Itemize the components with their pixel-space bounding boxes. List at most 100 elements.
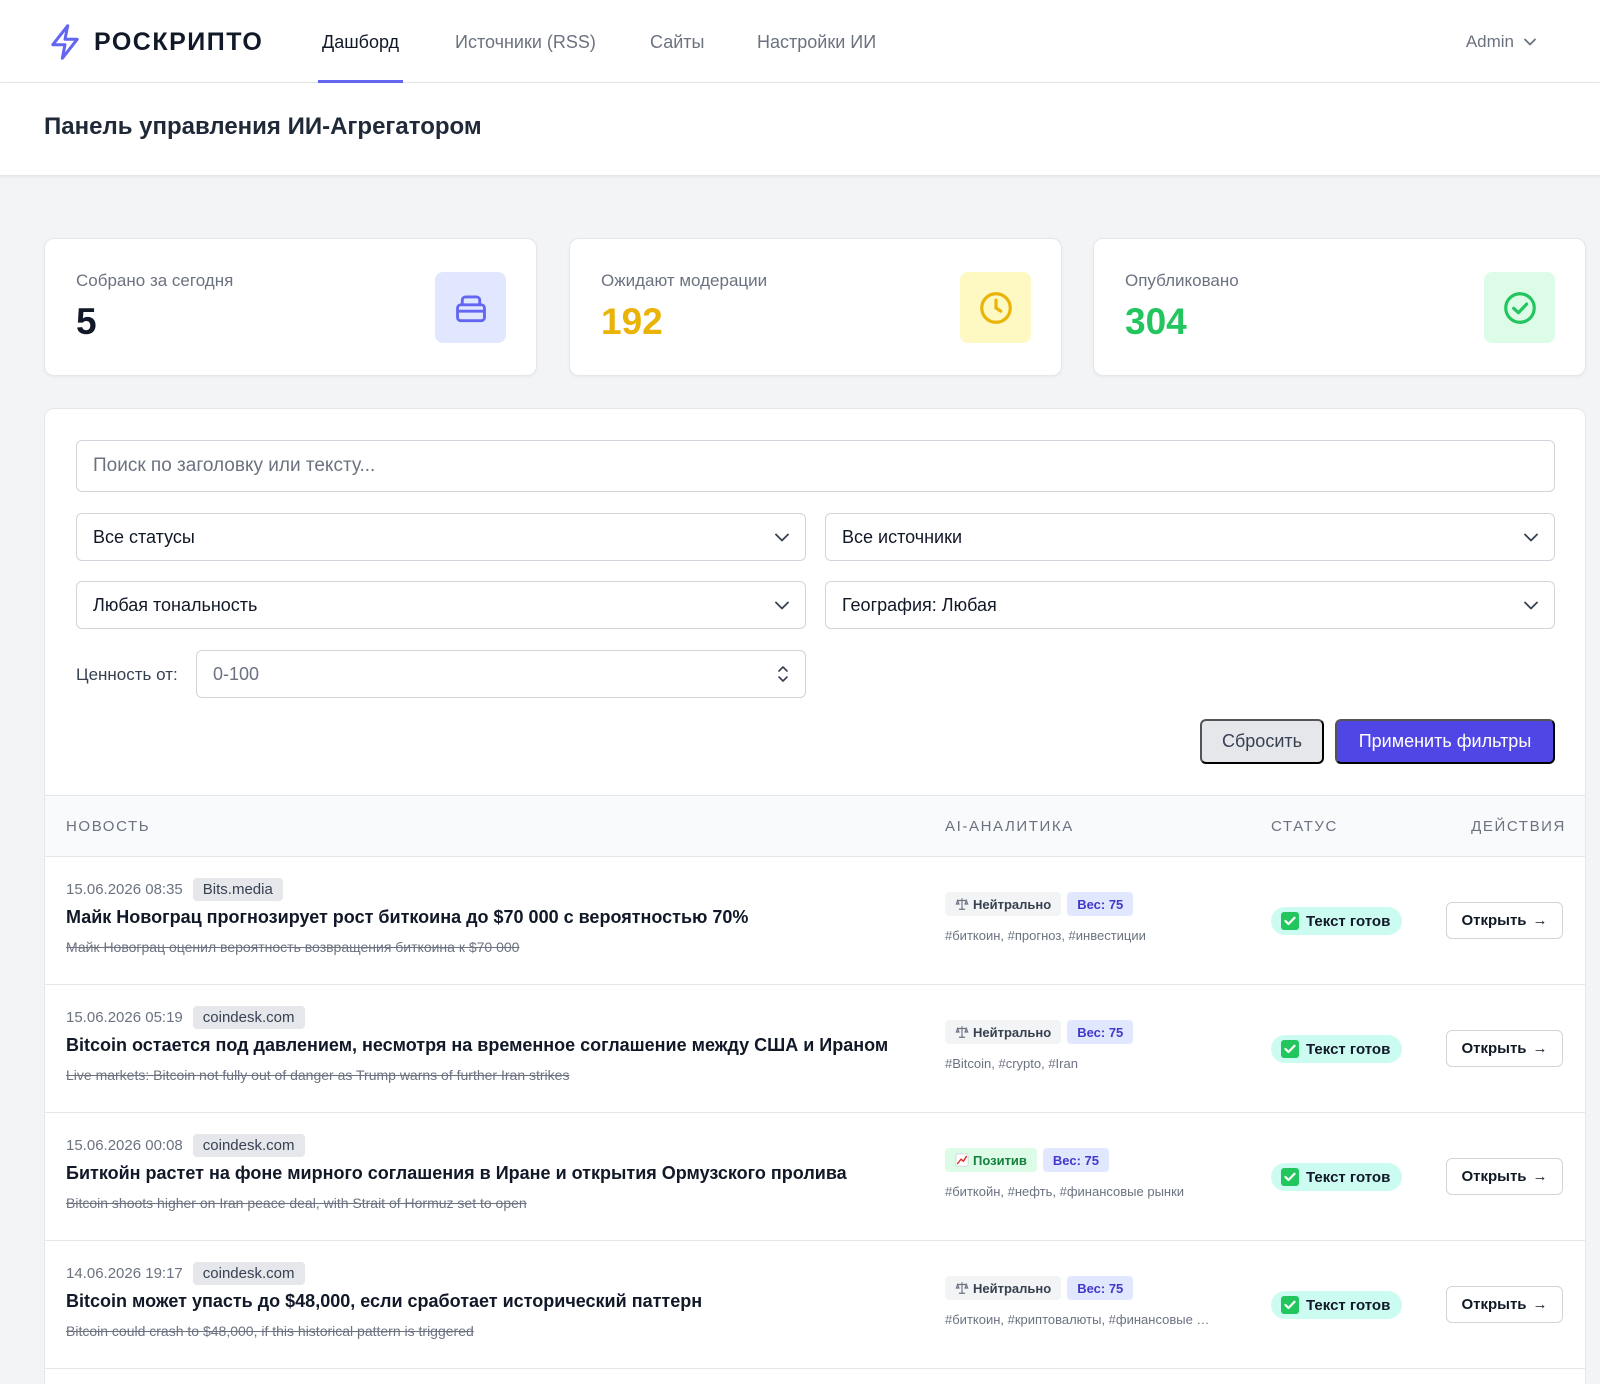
- table-row: 15.06.2026 00:08 coindesk.com Биткойн ра…: [45, 1113, 1585, 1241]
- scales-icon: [955, 1282, 969, 1294]
- weight-badge: Вес: 75: [1042, 1148, 1109, 1172]
- news-meta: 14.06.2026 19:17 coindesk.com: [66, 1261, 305, 1285]
- chevron-down-icon: [775, 601, 789, 609]
- spinner-arrows-icon[interactable]: [777, 664, 789, 684]
- page-header: Панель управления ИИ-Агрегатором: [0, 83, 1600, 176]
- news-meta: 15.06.2026 05:19 coindesk.com: [66, 1005, 305, 1029]
- status-badge: Текст готов: [1271, 1291, 1403, 1319]
- sentiment-label: Нейтрально: [973, 896, 1052, 912]
- stat-label: Опубликовано: [1125, 271, 1239, 290]
- open-button[interactable]: Открыть →: [1446, 902, 1563, 939]
- news-meta: 15.06.2026 00:08 coindesk.com: [66, 1133, 305, 1157]
- news-title: Майк Новограц прогнозирует рост биткоина…: [66, 907, 749, 927]
- status-badge: Текст готов: [1271, 907, 1403, 935]
- column-header-ai: AI-Аналитика: [945, 818, 1074, 835]
- bolt-icon: [51, 24, 79, 60]
- arrow-right-icon: →: [1532, 1168, 1548, 1185]
- news-original-title: Live markets: Bitcoin not fully out of d…: [66, 1067, 570, 1083]
- news-tags: #Bitcoin, #crypto, #Iran: [945, 1056, 1078, 1071]
- open-button[interactable]: Открыть →: [1446, 1158, 1563, 1195]
- status-select[interactable]: Все статусы: [76, 513, 806, 561]
- open-button-label: Открыть: [1461, 1040, 1527, 1057]
- arrow-right-icon: →: [1532, 1296, 1548, 1313]
- chevron-down-icon: [1524, 533, 1538, 541]
- tone-select-value: Любая тональность: [93, 594, 258, 615]
- nav-sources-rss[interactable]: Источники (RSS): [455, 0, 596, 83]
- column-header-status: Статус: [1271, 818, 1338, 835]
- ai-badges: Нейтрально Вес: 75: [945, 1276, 1139, 1300]
- nav-sites[interactable]: Сайты: [650, 0, 704, 83]
- stat-value: 304: [1125, 301, 1187, 342]
- check-mark-icon: [1281, 912, 1299, 930]
- status-label: Текст готов: [1306, 1040, 1391, 1058]
- chevron-down-icon: [1524, 601, 1538, 609]
- column-header-news: Новость: [66, 818, 151, 835]
- table-row: 15.06.2026 05:19 coindesk.com Bitcoin ос…: [45, 985, 1585, 1113]
- ai-badges: Нейтрально Вес: 75: [945, 1020, 1139, 1044]
- value-number-input[interactable]: 0-100: [196, 650, 806, 698]
- apply-filters-button[interactable]: Применить фильтры: [1335, 719, 1555, 764]
- scales-icon: [955, 898, 969, 910]
- search-input[interactable]: [76, 440, 1555, 492]
- table-header: Новость AI-Аналитика Статус Действия: [45, 795, 1585, 857]
- news-original-title: Bitcoin could crash to $48,000, if this …: [66, 1323, 474, 1339]
- news-date: 15.06.2026 05:19: [66, 1008, 183, 1026]
- sentiment-badge: Нейтрально: [945, 1020, 1062, 1044]
- news-title: Bitcoin остается под давлением, несмотря…: [66, 1035, 889, 1055]
- news-date: 14.06.2026 19:17: [66, 1264, 183, 1282]
- brand-name: РОСКРИПТО: [94, 27, 264, 56]
- chart-up-icon: [955, 1153, 969, 1167]
- news-tags: #биткойн, #нефть, #финансовые рынки: [945, 1184, 1185, 1199]
- news-meta: 15.06.2026 08:35 Bits.media: [66, 877, 283, 901]
- table-row: 15.06.2026 08:35 Bits.media Майк Новогра…: [45, 857, 1585, 985]
- open-button-label: Открыть: [1461, 1168, 1527, 1185]
- weight-badge: Вес: 75: [1067, 892, 1134, 916]
- sentiment-label: Нейтрально: [973, 1024, 1052, 1040]
- top-navbar: РОСКРИПТО Дашборд Источники (RSS) Сайты …: [0, 0, 1600, 83]
- stat-value: 5: [76, 301, 97, 342]
- status-select-value: Все статусы: [93, 526, 195, 547]
- open-button[interactable]: Открыть →: [1446, 1286, 1563, 1323]
- news-date: 15.06.2026 00:08: [66, 1136, 183, 1154]
- stat-card-published: Опубликовано 304: [1093, 238, 1586, 376]
- source-badge: coindesk.com: [192, 1261, 305, 1285]
- user-menu[interactable]: Admin: [1466, 0, 1536, 83]
- stat-card-pending: Ожидают модерации 192: [569, 238, 1062, 376]
- status-label: Текст готов: [1306, 1296, 1391, 1314]
- status-label: Текст готов: [1306, 912, 1391, 930]
- weight-badge: Вес: 75: [1067, 1276, 1134, 1300]
- news-title: Биткойн растет на фоне мирного соглашени…: [66, 1163, 847, 1183]
- source-badge: coindesk.com: [192, 1005, 305, 1029]
- news-tags: #биткоин, #прогноз, #инвестиции: [945, 928, 1146, 943]
- scales-icon: [955, 1026, 969, 1038]
- ai-badges: Нейтрально Вес: 75: [945, 892, 1139, 916]
- geo-select[interactable]: География: Любая: [825, 581, 1555, 629]
- brand-logo[interactable]: РОСКРИПТО: [48, 22, 263, 62]
- stat-card-collected: Собрано за сегодня 5: [44, 238, 537, 376]
- news-panel: Все статусы Все источники Любая тонально…: [44, 408, 1586, 1384]
- status-badge: Текст готов: [1271, 1035, 1403, 1063]
- news-date: 15.06.2026 08:35: [66, 880, 183, 898]
- check-mark-icon: [1281, 1168, 1299, 1186]
- news-title: Bitcoin может упасть до $48,000, если ср…: [66, 1291, 703, 1311]
- stat-value: 192: [601, 301, 663, 342]
- geo-select-value: География: Любая: [842, 594, 997, 615]
- column-header-actions: Действия: [1471, 818, 1566, 835]
- news-original-title: Bitcoin shoots higher on Iran peace deal…: [66, 1195, 527, 1211]
- page-title: Панель управления ИИ-Агрегатором: [44, 113, 482, 140]
- news-tags: #биткоин, #криптовалюты, #финансовые рын…: [945, 1312, 1215, 1327]
- reset-button[interactable]: Сбросить: [1200, 719, 1324, 764]
- source-badge: coindesk.com: [192, 1133, 305, 1157]
- value-placeholder: 0-100: [213, 663, 260, 684]
- open-button[interactable]: Открыть →: [1446, 1030, 1563, 1067]
- tone-select[interactable]: Любая тональность: [76, 581, 806, 629]
- sentiment-badge: Позитив: [945, 1148, 1037, 1172]
- source-select[interactable]: Все источники: [825, 513, 1555, 561]
- check-circle-icon: [1484, 272, 1555, 343]
- open-button-label: Открыть: [1461, 1296, 1527, 1313]
- weight-badge: Вес: 75: [1067, 1020, 1134, 1044]
- nav-dashboard[interactable]: Дашборд: [317, 0, 404, 83]
- nav-ai-settings[interactable]: Настройки ИИ: [757, 0, 876, 83]
- source-select-value: Все источники: [842, 526, 963, 547]
- stat-label: Ожидают модерации: [601, 271, 768, 290]
